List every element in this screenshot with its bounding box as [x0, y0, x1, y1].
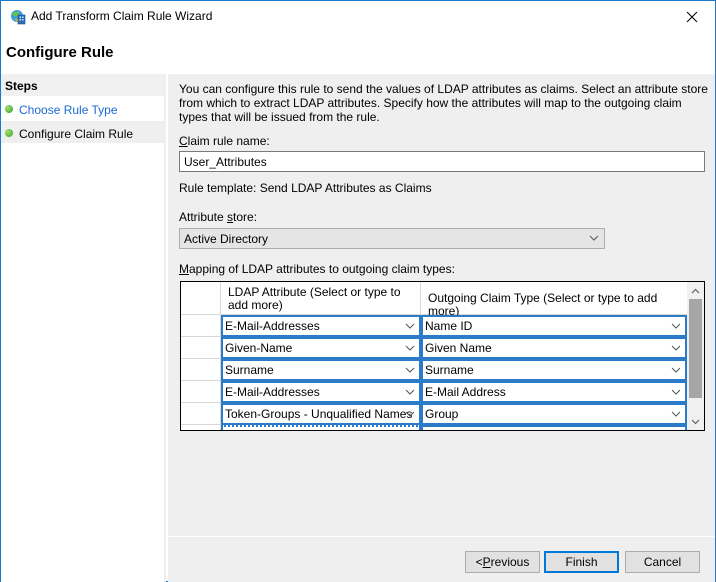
scroll-down-button[interactable]	[687, 413, 704, 430]
close-icon	[686, 11, 698, 22]
claim-rule-name-label: Claim rule name:	[179, 134, 270, 148]
step-status-icon	[5, 104, 13, 113]
row-header[interactable]	[181, 337, 221, 359]
chevron-up-icon	[691, 288, 700, 293]
chevron-down-icon	[405, 367, 415, 373]
button-bar: < Previous Finish Cancel	[168, 536, 715, 582]
row-header[interactable]	[181, 359, 221, 381]
scroll-up-button[interactable]	[687, 282, 704, 299]
step-configure-claim-rule: Configure Claim Rule	[1, 121, 164, 143]
cell-value: Name ID	[425, 319, 473, 333]
chevron-down-icon	[671, 389, 681, 395]
claim-type-combo[interactable]: Name ID	[421, 315, 687, 337]
column-header-claim[interactable]: Outgoing Claim Type (Select or type to a…	[421, 282, 688, 318]
cell-value: Token-Groups - Unqualified Names	[225, 407, 413, 421]
adfs-wizard-icon	[10, 9, 26, 25]
claim-rule-name-input[interactable]: User_Attributes	[179, 151, 705, 172]
chevron-down-icon	[691, 419, 700, 424]
description-text: You can configure this rule to send the …	[179, 82, 708, 124]
ldap-attribute-combo[interactable]: Surname	[221, 359, 421, 381]
chevron-down-icon	[671, 323, 681, 329]
rule-template-text: Rule template: Send LDAP Attributes as C…	[179, 181, 432, 195]
cell-value: Surname	[225, 363, 274, 377]
chevron-down-icon	[405, 389, 415, 395]
attribute-store-select[interactable]: Active Directory	[179, 228, 605, 249]
previous-button[interactable]: < Previous	[465, 551, 540, 573]
title-bar: Add Transform Claim Rule Wizard	[1, 1, 715, 32]
chevron-down-icon	[589, 235, 599, 241]
row-header[interactable]	[181, 403, 221, 425]
chevron-down-icon	[671, 367, 681, 373]
grid-corner	[181, 282, 221, 315]
chevron-down-icon	[405, 411, 415, 417]
column-header-ldap[interactable]: LDAP Attribute (Select or type to add mo…	[221, 282, 421, 315]
steps-heading: Steps	[1, 74, 164, 96]
cell-value: Given-Name	[225, 341, 293, 355]
mapping-grid: LDAP Attribute (Select or type to add mo…	[180, 281, 705, 431]
ldap-attribute-combo[interactable]: E-Mail-Addresses	[221, 381, 421, 403]
claim-type-combo[interactable]: Surname	[421, 359, 687, 381]
row-header[interactable]	[181, 315, 221, 337]
wizard-window: Add Transform Claim Rule Wizard Configur…	[0, 0, 716, 582]
attribute-store-label: Attribute store:	[179, 210, 258, 224]
chevron-down-icon	[671, 345, 681, 351]
ldap-attribute-combo[interactable]: Token-Groups - Unqualified Names	[221, 403, 421, 425]
row-header[interactable]	[181, 425, 221, 430]
grid-scrollbar[interactable]	[687, 282, 704, 430]
claim-type-combo[interactable]: Given Name	[421, 337, 687, 359]
scroll-thumb[interactable]	[689, 299, 702, 398]
step-label: Choose Rule Type	[19, 103, 118, 117]
steps-panel: Steps Choose Rule Type Configure Claim R…	[1, 74, 166, 582]
claim-type-combo[interactable]: Group	[421, 403, 687, 425]
ldap-attribute-combo-new[interactable]	[221, 425, 421, 430]
chevron-down-icon	[405, 345, 415, 351]
chevron-down-icon	[405, 323, 415, 329]
page-title: Configure Rule	[6, 44, 114, 61]
claim-type-combo[interactable]: E-Mail Address	[421, 381, 687, 403]
attribute-store-value: Active Directory	[184, 232, 269, 246]
mapping-label: Mapping of LDAP attributes to outgoing c…	[179, 262, 455, 276]
content-panel: You can configure this rule to send the …	[168, 74, 715, 536]
window-title: Add Transform Claim Rule Wizard	[31, 9, 213, 23]
cell-value: E-Mail Address	[425, 385, 506, 399]
cancel-button[interactable]: Cancel	[625, 551, 700, 573]
ldap-attribute-combo[interactable]: Given-Name	[221, 337, 421, 359]
step-status-icon	[5, 128, 13, 137]
claim-type-combo-new[interactable]	[421, 425, 687, 430]
cell-value: Group	[425, 407, 459, 421]
ldap-attribute-combo[interactable]: E-Mail-Addresses	[221, 315, 421, 337]
row-header[interactable]	[181, 381, 221, 403]
cell-value: Given Name	[425, 341, 492, 355]
chevron-down-icon	[671, 411, 681, 417]
step-label: Configure Claim Rule	[19, 127, 134, 141]
finish-button[interactable]: Finish	[544, 551, 619, 573]
cell-value: E-Mail-Addresses	[225, 319, 320, 333]
step-choose-rule-type[interactable]: Choose Rule Type	[1, 97, 164, 119]
close-button[interactable]	[669, 1, 715, 32]
cell-value: E-Mail-Addresses	[225, 385, 320, 399]
cell-value: Surname	[425, 363, 474, 377]
